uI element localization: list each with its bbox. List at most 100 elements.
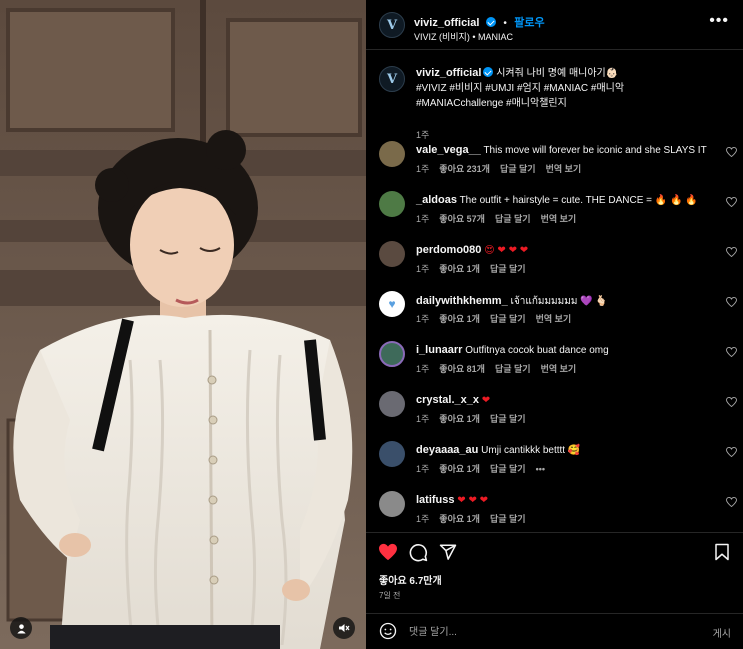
- blue-heart-icon: ♥: [388, 297, 396, 311]
- comment-icon[interactable]: [409, 543, 428, 562]
- caption-timestamp[interactable]: 1주: [416, 128, 429, 141]
- emoji-icon[interactable]: [379, 622, 397, 640]
- comment-username[interactable]: dailywithkhemm_: [416, 295, 508, 307]
- comment-time[interactable]: 1주: [416, 164, 429, 174]
- comment-text: Umji cantikkk betttt 🥰: [481, 445, 581, 456]
- comment-text: Outfitnya cocok buat dance omg: [465, 345, 609, 356]
- reply-button[interactable]: 답글 달기: [500, 164, 536, 174]
- reply-button[interactable]: 답글 달기: [490, 414, 526, 424]
- reply-button[interactable]: 답글 달기: [490, 464, 526, 474]
- commenter-avatar[interactable]: [379, 491, 405, 517]
- comment-time[interactable]: 1주: [416, 364, 429, 374]
- verified-badge-icon: [483, 67, 494, 77]
- comment-time[interactable]: 1주: [416, 214, 429, 224]
- post-media[interactable]: [0, 0, 366, 649]
- post-detail-panel: V viviz_official • 팔로우 VIVIZ (비비지) • MAN…: [366, 0, 743, 649]
- comment-username[interactable]: latifuss: [416, 494, 455, 506]
- commenter-avatar[interactable]: [379, 441, 405, 467]
- caption-line-1: 시켜줘 나비 명예 매니아기👶🏻: [496, 68, 619, 79]
- post-comment-button[interactable]: 게시: [713, 625, 731, 640]
- reply-button[interactable]: 답글 달기: [495, 214, 531, 224]
- comment-username[interactable]: crystal._x_x: [416, 394, 479, 406]
- author-username[interactable]: viviz_official: [414, 17, 479, 29]
- comment-like-icon[interactable]: [726, 197, 737, 207]
- bookmark-icon[interactable]: [714, 543, 730, 561]
- comments-list[interactable]: V viviz_official 시켜줘 나비 명예 매니아기👶🏻 #VIVIZ…: [366, 51, 743, 532]
- comment-likes[interactable]: 좋아요 1개: [439, 314, 480, 324]
- translate-button[interactable]: 번역 보기: [546, 164, 582, 174]
- comment-text: 😍 ❤ ❤ ❤: [484, 245, 529, 256]
- translate-button[interactable]: 번역 보기: [541, 214, 577, 224]
- likes-count[interactable]: 좋아요 6.7만개: [379, 572, 442, 587]
- post-actions-bar: 좋아요 6.7만개 7일 전: [366, 532, 743, 613]
- comment-likes[interactable]: 좋아요 1개: [439, 264, 480, 274]
- comment-likes[interactable]: 좋아요 81개: [439, 364, 485, 374]
- commenter-avatar[interactable]: [379, 191, 405, 217]
- comment-username[interactable]: vale_vega__: [416, 144, 481, 156]
- comment-item: latifuss ❤ ❤ ❤ 1주 좋아요 1개 답글 달기: [379, 491, 737, 531]
- commenter-avatar[interactable]: [379, 391, 405, 417]
- comment-like-icon[interactable]: [726, 347, 737, 357]
- comment-text: The outfit + hairstyle = cute. THE DANCE…: [459, 195, 698, 206]
- post-photo: [0, 0, 366, 649]
- comment-like-icon[interactable]: [726, 247, 737, 257]
- comment-username[interactable]: deyaaaa_au: [416, 444, 478, 456]
- comment-like-icon[interactable]: [726, 447, 737, 457]
- comment-item: vale_vega__ This move will forever be ic…: [379, 141, 737, 181]
- comment-like-icon[interactable]: [726, 397, 737, 407]
- comment-likes[interactable]: 좋아요 1개: [439, 514, 480, 524]
- post-subtitle[interactable]: VIVIZ (비비지) • MANIAC: [414, 30, 513, 43]
- translate-button[interactable]: 번역 보기: [536, 314, 572, 324]
- mute-toggle-button[interactable]: [333, 617, 355, 639]
- post-header: V viviz_official • 팔로우 VIVIZ (비비지) • MAN…: [366, 0, 743, 50]
- author-avatar[interactable]: V: [379, 12, 405, 38]
- comment-time[interactable]: 1주: [416, 314, 429, 324]
- reply-button[interactable]: 답글 달기: [490, 514, 526, 524]
- comment-time[interactable]: 1주: [416, 264, 429, 274]
- comment-likes[interactable]: 좋아요 231개: [439, 164, 490, 174]
- comment-time[interactable]: 1주: [416, 464, 429, 474]
- comment-input[interactable]: [409, 622, 689, 642]
- comment-time[interactable]: 1주: [416, 414, 429, 424]
- comment-item: _aldoas The outfit + hairstyle = cute. T…: [379, 191, 737, 231]
- commenter-avatar[interactable]: ♥: [379, 291, 405, 317]
- share-icon[interactable]: [439, 543, 457, 561]
- translate-button[interactable]: 번역 보기: [541, 364, 577, 374]
- post-date[interactable]: 7일 전: [379, 590, 400, 601]
- comment-text: เจ้าแก้มมมมมม 💜 🫰🏻: [510, 296, 608, 307]
- comment-more-icon[interactable]: •••: [536, 464, 545, 474]
- comment-likes[interactable]: 좋아요 1개: [439, 464, 480, 474]
- tagged-users-button[interactable]: [10, 617, 32, 639]
- comment-username[interactable]: i_lunaarr: [416, 344, 462, 356]
- comment-item: i_lunaarr Outfitnya cocok buat dance omg…: [379, 341, 737, 381]
- reply-button[interactable]: 답글 달기: [490, 314, 526, 324]
- follow-button[interactable]: 팔로우: [514, 17, 544, 29]
- caption-hashtags-2[interactable]: #MANIACchallenge #매니악챌린지: [416, 98, 567, 109]
- avatar-letter: V: [386, 71, 398, 87]
- commenter-avatar[interactable]: [379, 141, 405, 167]
- comment-like-icon[interactable]: [726, 147, 737, 157]
- comment-time[interactable]: 1주: [416, 514, 429, 524]
- comment-text: ❤: [481, 395, 491, 406]
- comment-likes[interactable]: 좋아요 57개: [439, 214, 485, 224]
- caption-hashtags-1[interactable]: #VIVIZ #비비지 #UMJI #엄지 #MANIAC #매니악: [416, 83, 624, 94]
- caption-author-avatar[interactable]: V: [379, 66, 405, 92]
- comment-text: ❤ ❤ ❤: [457, 495, 488, 506]
- user-icon: [16, 623, 26, 634]
- comment-like-icon[interactable]: [726, 497, 737, 507]
- comment-like-icon[interactable]: [726, 297, 737, 307]
- reply-button[interactable]: 답글 달기: [495, 364, 531, 374]
- comment-username[interactable]: perdomo080: [416, 244, 481, 256]
- commenter-avatar[interactable]: [379, 241, 405, 267]
- more-horizontal-icon[interactable]: •••: [709, 13, 729, 29]
- verified-badge-icon: [485, 17, 496, 27]
- reply-button[interactable]: 답글 달기: [490, 264, 526, 274]
- comment-likes[interactable]: 좋아요 1개: [439, 414, 480, 424]
- author-line: viviz_official • 팔로우: [414, 13, 545, 31]
- comment-item: perdomo080 😍 ❤ ❤ ❤ 1주 좋아요 1개 답글 달기: [379, 241, 737, 281]
- heart-filled-icon[interactable]: [378, 543, 398, 561]
- volume-muted-icon: [339, 624, 350, 632]
- commenter-avatar[interactable]: [379, 341, 405, 367]
- comment-username[interactable]: _aldoas: [416, 194, 457, 206]
- caption-username[interactable]: viviz_official: [416, 67, 481, 79]
